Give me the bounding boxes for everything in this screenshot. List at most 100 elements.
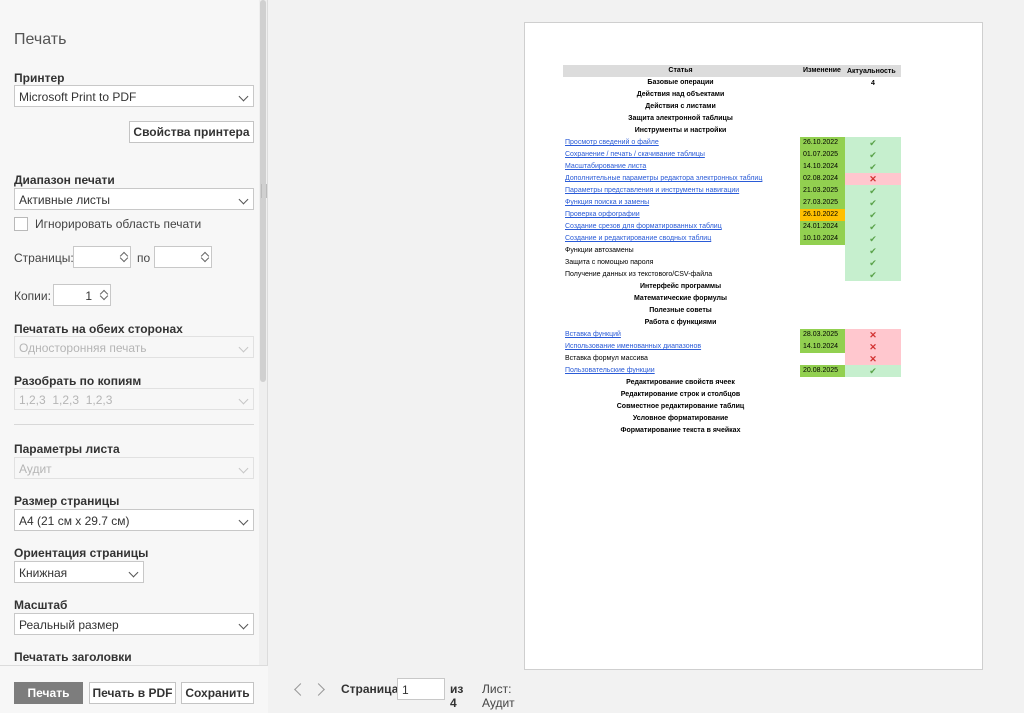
save-button[interactable]: Сохранить	[181, 682, 254, 704]
resize-grip-icon[interactable]	[261, 184, 267, 198]
article-text: Действия над объектами	[636, 91, 725, 98]
status-cell: ✕	[845, 353, 901, 365]
sheet-select[interactable]: Аудит	[14, 457, 254, 479]
date-cell	[800, 113, 845, 125]
chevron-down-icon	[238, 515, 249, 526]
status-cell: 4	[845, 77, 901, 89]
check-icon: ✔	[869, 186, 877, 196]
status-cell	[845, 305, 901, 317]
article-link[interactable]: Параметры представления и инструменты на…	[565, 187, 739, 194]
copies-input[interactable]: 1	[53, 284, 111, 306]
orientation-select[interactable]: Книжная	[14, 561, 144, 583]
header-article: Статья	[668, 67, 693, 74]
table-row: Условное форматирование	[563, 413, 901, 425]
date-cell: 01.07.2025	[800, 149, 845, 161]
pages-to-input[interactable]	[154, 246, 212, 268]
article-link[interactable]: Пользовательские функции	[565, 367, 655, 374]
scale-select[interactable]: Реальный размер	[14, 613, 254, 635]
check-icon: ✔	[869, 366, 877, 376]
copies-label: Копии:	[14, 289, 51, 303]
page-count: из 4	[450, 682, 464, 710]
article-link[interactable]: Создание и редактирование сводных таблиц	[565, 235, 711, 242]
date-cell	[800, 101, 845, 113]
date-cell: 14.10.2024	[800, 341, 845, 353]
duplex-select[interactable]: Односторонняя печать	[14, 336, 254, 358]
date-cell: 27.03.2025	[800, 197, 845, 209]
date-cell	[800, 89, 845, 101]
settings-scroll-area: Печать Принтер Microsoft Print to PDF Св…	[0, 0, 268, 665]
date-value: 02.08.2024	[803, 175, 839, 182]
date-cell: 20.08.2025	[800, 365, 845, 377]
date-cell	[800, 269, 845, 281]
copies-value: 1	[85, 289, 92, 303]
print-range-label: Диапазон печати	[14, 173, 115, 187]
table-row: Действия с листами	[563, 101, 901, 113]
status-cell	[845, 317, 901, 329]
check-icon: ✔	[869, 210, 877, 220]
status-cell: ✔	[845, 197, 901, 209]
next-page-icon[interactable]	[312, 683, 325, 696]
date-cell	[800, 317, 845, 329]
date-value: 14.10.2024	[803, 163, 839, 170]
article-link[interactable]: Функция поиска и замены	[565, 199, 649, 206]
status-cell	[845, 389, 901, 401]
divider	[14, 424, 254, 425]
article-link[interactable]: Использование именованных диапазонов	[565, 343, 701, 350]
panel-title: Печать	[14, 31, 67, 48]
page-label: Страница	[341, 682, 399, 696]
print-pdf-button[interactable]: Печать в PDF	[89, 682, 176, 704]
table-row: Работа с функциями	[563, 317, 901, 329]
article-link[interactable]: Дополнительные параметры редактора элект…	[565, 175, 762, 182]
status-cell	[845, 125, 901, 137]
table-row: Базовые операции 4	[563, 77, 901, 89]
date-cell	[800, 281, 845, 293]
print-range-select[interactable]: Активные листы	[14, 188, 254, 210]
article-text: Защита электронной таблицы	[628, 115, 733, 122]
table-row: Использование именованных диапазонов 14.1…	[563, 341, 901, 353]
sheet-name-label: Лист: Аудит	[482, 682, 515, 710]
date-cell	[800, 353, 845, 365]
article-link[interactable]: Просмотр сведений о файле	[565, 139, 659, 146]
header-change: Изменение	[800, 65, 845, 77]
settings-scrollbar[interactable]	[259, 0, 267, 665]
date-cell	[800, 305, 845, 317]
article-text: Совместное редактирование таблиц	[616, 403, 745, 410]
article-text: Инструменты и настройки	[634, 127, 727, 134]
article-text: Редактирование свойств ячеек	[626, 379, 735, 386]
cross-icon: ✕	[869, 330, 877, 340]
table-row: Вставка функций 28.03.2025 ✕	[563, 329, 901, 341]
check-icon: ✔	[869, 222, 877, 232]
article-link[interactable]: Сохранение / печать / скачивание таблицы	[565, 151, 705, 158]
ignore-print-area-checkbox[interactable]	[14, 217, 28, 231]
printer-properties-button[interactable]: Свойства принтера	[129, 121, 254, 143]
date-value: 26.10.2022	[803, 139, 839, 146]
printer-select[interactable]: Microsoft Print to PDF	[14, 85, 254, 107]
article-link[interactable]: Проверка орфографии	[565, 211, 640, 218]
article-text: Вставка формул массива	[565, 355, 648, 362]
print-button[interactable]: Печать	[14, 682, 83, 704]
status-cell: ✔	[845, 185, 901, 197]
article-link[interactable]: Вставка функций	[565, 331, 621, 338]
status-cell: ✔	[845, 149, 901, 161]
status-cell	[845, 101, 901, 113]
status-cell: ✔	[845, 269, 901, 281]
date-cell: 24.01.2024	[800, 221, 845, 233]
pages-from-input[interactable]	[73, 246, 131, 268]
table-row: Сохранение / печать / скачивание таблицы…	[563, 149, 901, 161]
cross-icon: ✕	[869, 354, 877, 364]
page-number-input[interactable]: 1	[397, 678, 445, 700]
sheet-value: Аудит	[19, 462, 52, 476]
article-link[interactable]: Масштабирование листа	[565, 163, 646, 170]
previous-page-icon[interactable]	[294, 683, 307, 696]
print-range-value: Активные листы	[19, 193, 111, 207]
collate-select[interactable]: 1,2,3 1,2,3 1,2,3	[14, 388, 254, 410]
chevron-down-icon	[238, 394, 249, 405]
table-row: Совместное редактирование таблиц	[563, 401, 901, 413]
page-size-select[interactable]: A4 (21 см x 29.7 см)	[14, 509, 254, 531]
ignore-print-area-label: Игнорировать область печати	[35, 217, 202, 231]
date-cell: 02.08.2024	[800, 173, 845, 185]
article-link[interactable]: Создание срезов для форматированных табл…	[565, 223, 722, 230]
status-value: 4	[871, 80, 875, 87]
status-cell: ✔	[845, 233, 901, 245]
table-row: Редактирование строк и столбцов	[563, 389, 901, 401]
